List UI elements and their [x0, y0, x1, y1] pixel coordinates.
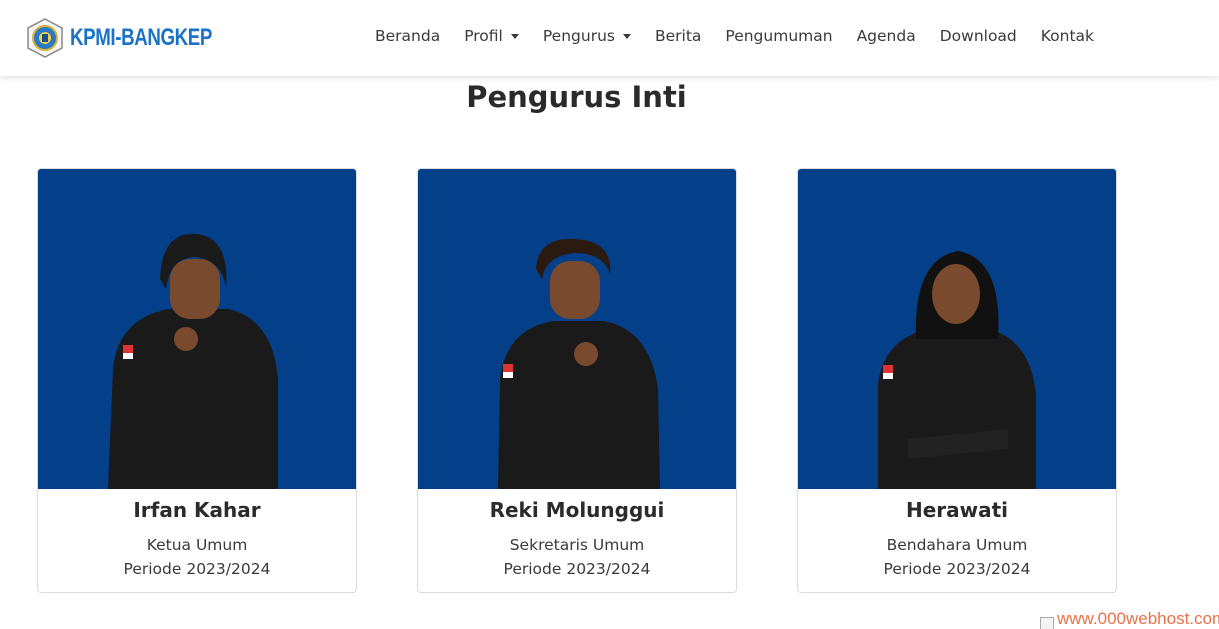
member-role: Sekretaris Umum	[509, 536, 645, 554]
brand-name: KPMI-BANGKEP	[70, 24, 212, 51]
nav-item-pengurus[interactable]: Pengurus	[531, 27, 643, 45]
member-card: Reki Molunggui Sekretaris Umum Periode 2…	[417, 168, 737, 593]
nav-item-kontak[interactable]: Kontak	[1029, 27, 1106, 45]
nav-item-berita[interactable]: Berita	[643, 27, 713, 45]
person-silhouette-icon	[498, 238, 660, 489]
nav-item-beranda[interactable]: Beranda	[363, 27, 452, 45]
main-nav: Beranda Profil Pengurus Berita Pengumuma…	[363, 27, 1106, 45]
nav-label: Download	[939, 27, 1017, 45]
nav-label: Pengurus	[542, 27, 615, 45]
member-period: Periode 2023/2024	[503, 560, 651, 578]
nav-label: Pengumuman	[725, 27, 833, 45]
member-name: Reki Molunggui	[489, 498, 665, 522]
nav-label: Berita	[654, 27, 702, 45]
member-photo	[798, 169, 1116, 489]
caret-down-icon	[622, 33, 631, 39]
member-card: Irfan Kahar Ketua Umum Periode 2023/2024	[37, 168, 357, 593]
host-link[interactable]: www.000webhost.com	[1040, 607, 1219, 629]
brand-link[interactable]: KPMI-BANGKEP	[24, 16, 252, 60]
nav-item-profil[interactable]: Profil	[452, 27, 531, 45]
nav-label: Kontak	[1040, 27, 1095, 45]
caret-down-icon	[510, 33, 519, 39]
member-name: Irfan Kahar	[133, 498, 261, 522]
nav-label: Profil	[464, 27, 503, 45]
nav-item-agenda[interactable]: Agenda	[845, 27, 928, 45]
member-photo	[418, 169, 736, 489]
broken-image-icon	[1040, 617, 1054, 629]
member-card: Herawati Bendahara Umum Periode 2023/202…	[797, 168, 1117, 593]
member-period: Periode 2023/2024	[883, 560, 1031, 578]
kpmi-emblem-icon	[27, 18, 63, 58]
host-link-text: www.000webhost.com	[1057, 609, 1219, 628]
member-role: Bendahara Umum	[886, 536, 1028, 554]
nav-item-pengumuman[interactable]: Pengumuman	[713, 27, 844, 45]
member-role: Ketua Umum	[146, 536, 248, 554]
person-silhouette-icon	[108, 233, 278, 489]
member-name: Herawati	[905, 498, 1009, 522]
navbar: KPMI-BANGKEP Beranda Profil Pengurus Ber…	[0, 0, 1219, 76]
section-title: Pengurus Inti	[466, 80, 687, 114]
member-period: Periode 2023/2024	[123, 560, 271, 578]
member-photo	[38, 169, 356, 489]
nav-label: Agenda	[856, 27, 916, 45]
person-silhouette-icon	[878, 251, 1036, 489]
nav-item-download[interactable]: Download	[928, 27, 1029, 45]
nav-label: Beranda	[375, 27, 441, 45]
